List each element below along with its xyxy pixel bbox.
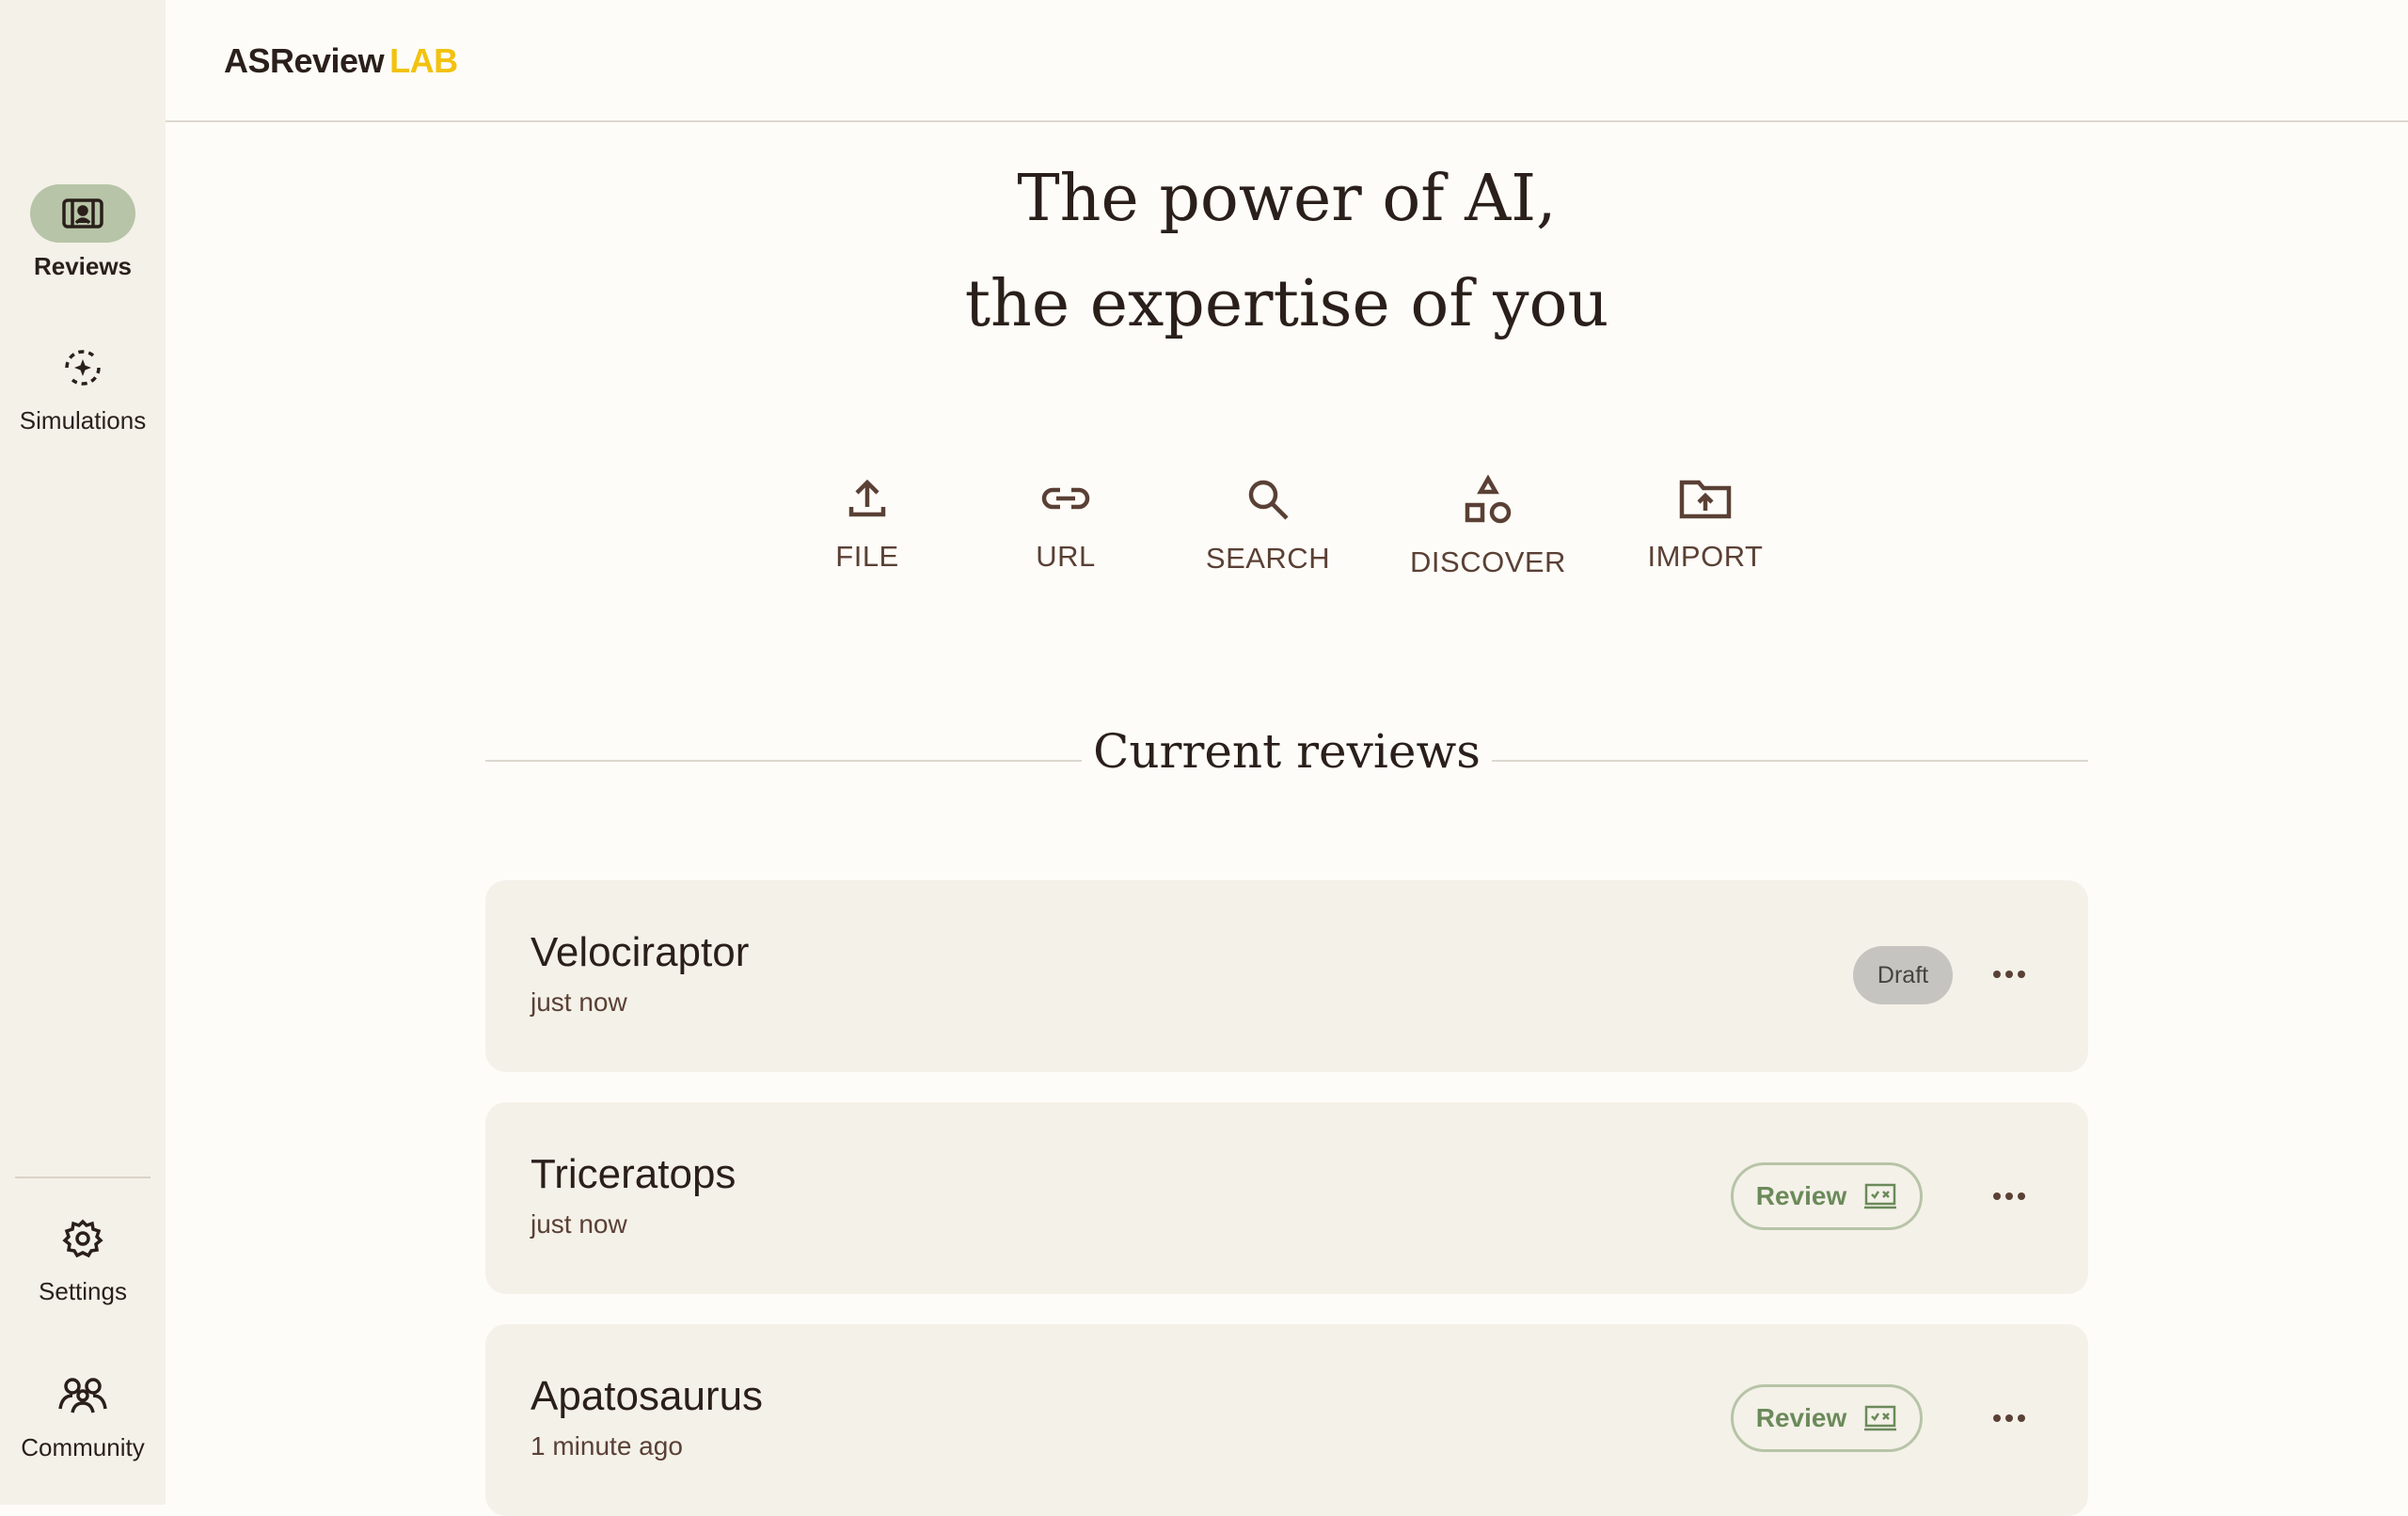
logo-accent-text: LAB	[389, 41, 458, 80]
more-horizontal-icon	[1993, 1414, 2025, 1422]
review-button[interactable]: Review	[1731, 1384, 1923, 1452]
more-options-button[interactable]	[1985, 955, 2034, 993]
sidebar-divider	[15, 1176, 150, 1178]
more-horizontal-icon	[1993, 1192, 2025, 1200]
search-button[interactable]: SEARCH	[1183, 475, 1353, 576]
review-title: Triceratops	[531, 1151, 737, 1197]
action-label: SEARCH	[1205, 542, 1331, 575]
shapes-icon	[1465, 474, 1512, 524]
review-time: just now	[531, 987, 627, 1017]
sidebar-item-label: Reviews	[33, 252, 133, 280]
gear-icon	[30, 1209, 135, 1268]
more-options-button[interactable]	[1985, 1399, 2034, 1437]
reviews-icon	[30, 184, 135, 243]
review-screen-icon	[1864, 1405, 1897, 1431]
action-label: DISCOVER	[1410, 545, 1566, 578]
more-options-button[interactable]	[1985, 1177, 2034, 1215]
status-badge: Draft	[1853, 946, 1953, 1004]
sidebar-item-label: Simulations	[19, 406, 147, 434]
action-label: IMPORT	[1647, 540, 1764, 573]
import-button[interactable]: IMPORT	[1621, 475, 1790, 574]
sidebar-item-label: Community	[21, 1433, 145, 1461]
review-card[interactable]: Velociraptor just now Draft	[485, 880, 2088, 1072]
sidebar-item-reviews[interactable]: Reviews	[0, 184, 166, 281]
review-time: 1 minute ago	[531, 1431, 683, 1461]
sidebar-item-settings[interactable]: Settings	[0, 1209, 166, 1306]
sidebar-item-label: Settings	[39, 1277, 127, 1305]
current-reviews-header: Current reviews	[485, 724, 2088, 794]
review-card[interactable]: Triceratops just now Review	[485, 1102, 2088, 1294]
top-bar: ASReview LAB	[166, 0, 2408, 122]
review-card[interactable]: Apatosaurus 1 minute ago Review	[485, 1324, 2088, 1516]
review-button-label: Review	[1755, 1403, 1847, 1432]
review-time: just now	[531, 1209, 627, 1239]
review-title: Velociraptor	[531, 929, 750, 975]
sidebar-item-simulations[interactable]: Simulations	[0, 339, 166, 435]
discover-button[interactable]: DISCOVER	[1403, 474, 1573, 579]
action-label: URL	[1036, 540, 1096, 573]
folder-upload-icon	[1679, 480, 1732, 519]
simulations-icon	[30, 339, 135, 397]
upload-icon	[848, 479, 886, 517]
more-horizontal-icon	[1993, 971, 2025, 978]
search-icon	[1248, 480, 1289, 520]
review-button[interactable]: Review	[1731, 1162, 1923, 1230]
link-icon	[1041, 487, 1090, 510]
file-upload-button[interactable]: FILE	[783, 475, 952, 574]
review-screen-icon	[1864, 1183, 1897, 1209]
hero-line-1: The power of AI,	[1017, 162, 1557, 236]
review-title: Apatosaurus	[531, 1373, 764, 1419]
action-label: FILE	[835, 540, 899, 573]
logo-text: ASReview	[224, 41, 385, 80]
community-icon	[30, 1366, 135, 1424]
review-button-label: Review	[1755, 1181, 1847, 1210]
section-title: Current reviews	[1093, 724, 1481, 779]
hero-line-2: the expertise of you	[964, 267, 1609, 341]
url-button[interactable]: URL	[981, 475, 1150, 574]
app-logo[interactable]: ASReview LAB	[224, 41, 458, 81]
sidebar-item-community[interactable]: Community	[0, 1366, 166, 1462]
sidebar: Reviews Simulations Settings Community	[0, 0, 166, 1505]
